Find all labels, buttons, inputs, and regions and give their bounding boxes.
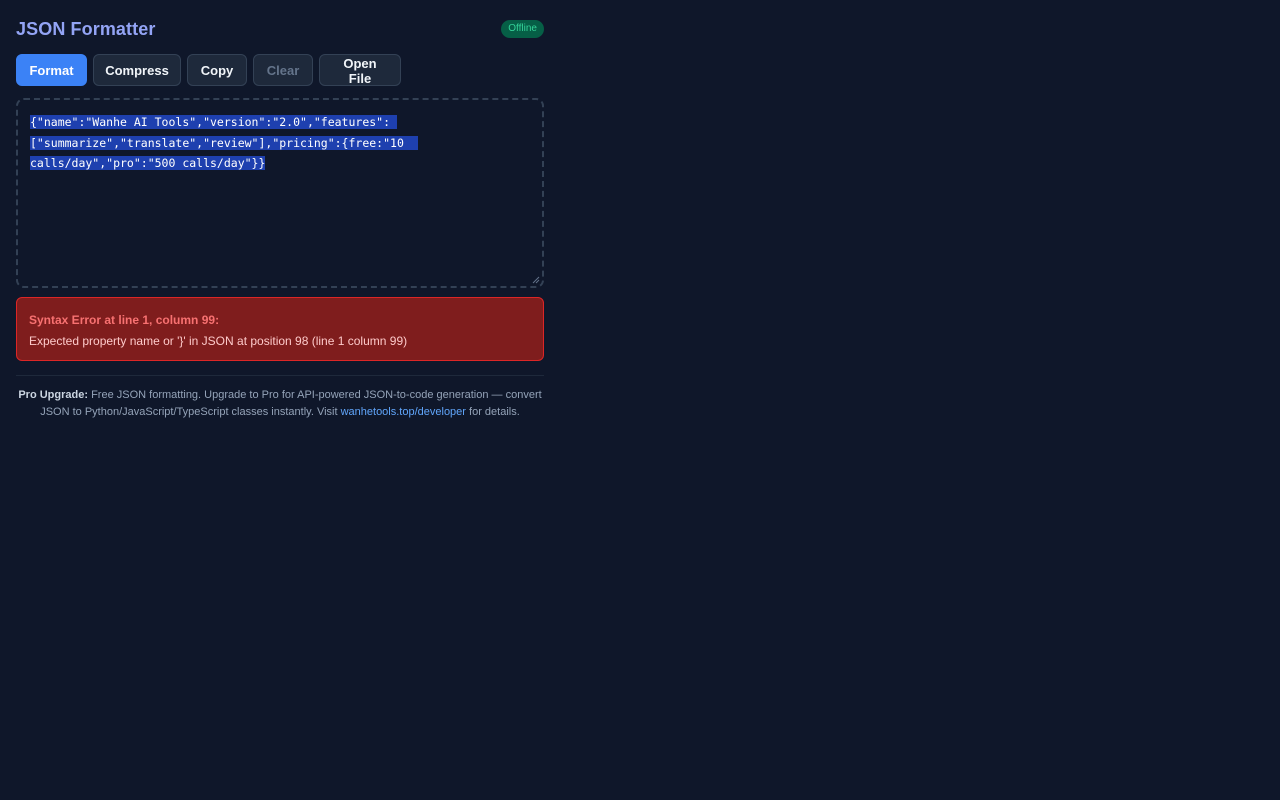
json-input-area[interactable]: {"name":"Wanhe AI Tools","version":"2.0"… (16, 98, 544, 288)
open-file-button[interactable]: Open File (319, 54, 401, 86)
selected-text-line: {"name":"Wanhe AI Tools","version":"2.0"… (30, 115, 397, 129)
toolbar: Format Compress Copy Clear Open File (16, 54, 544, 86)
selected-text-line: ["summarize","translate","review"],"pric… (30, 135, 418, 150)
pro-upgrade-label: Pro Upgrade: (18, 389, 89, 401)
clear-button[interactable]: Clear (253, 54, 313, 86)
format-button[interactable]: Format (16, 54, 87, 86)
developer-link[interactable]: wanhetools.top/developer (341, 406, 466, 418)
compress-button[interactable]: Compress (93, 54, 181, 86)
error-message-box: Syntax Error at line 1, column 99: Expec… (16, 297, 544, 361)
pro-upgrade-suffix: for details. (465, 406, 520, 418)
json-formatter-panel: JSON Formatter Offline Format Compress C… (16, 0, 544, 421)
copy-button[interactable]: Copy (187, 54, 247, 86)
header: JSON Formatter Offline (16, 0, 544, 58)
selected-text-line: calls/day","pro":"500 calls/day"}} (30, 156, 266, 170)
error-title: Syntax Error at line 1, column 99: (29, 313, 220, 327)
page-title: JSON Formatter (16, 18, 156, 39)
status-badge: Offline (501, 20, 544, 38)
resize-grip-icon[interactable] (532, 276, 540, 284)
error-detail: Expected property name or '}' in JSON at… (29, 334, 408, 348)
json-input-text[interactable]: {"name":"Wanhe AI Tools","version":"2.0"… (30, 112, 426, 174)
divider (16, 375, 544, 376)
pro-upgrade-notice: Pro Upgrade: Free JSON formatting. Upgra… (16, 387, 544, 421)
